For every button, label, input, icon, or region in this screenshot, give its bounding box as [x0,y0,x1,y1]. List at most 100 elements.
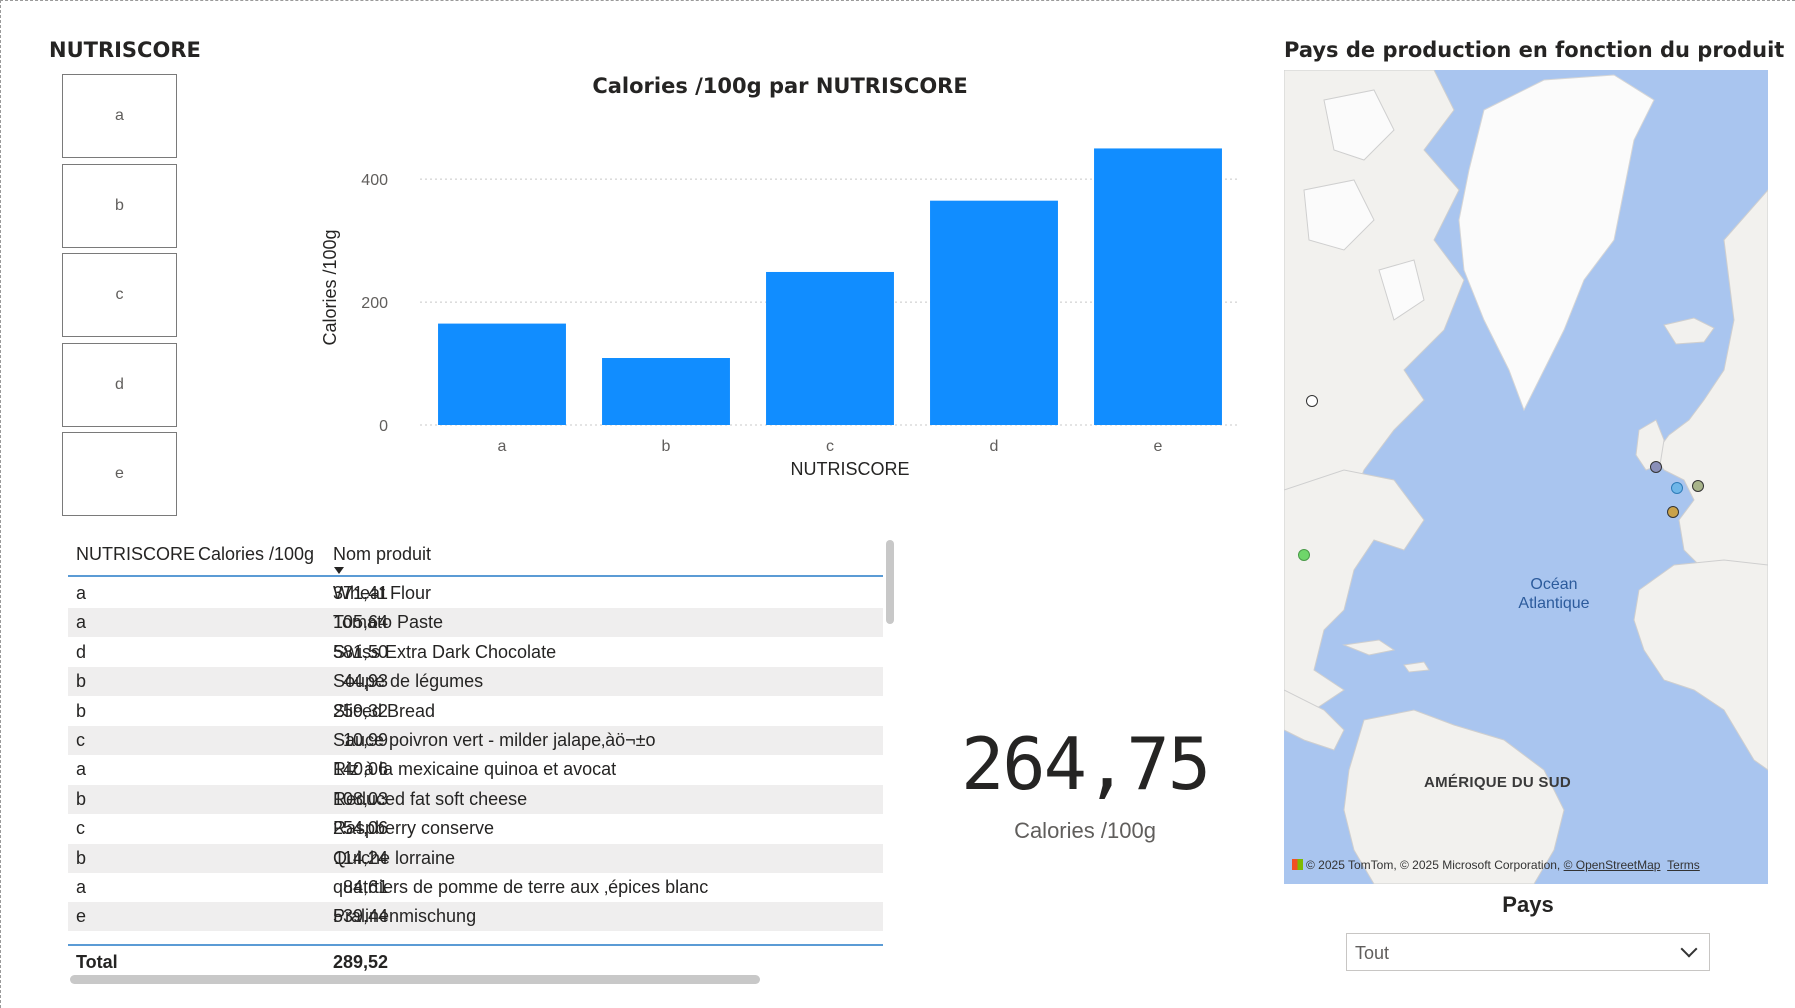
map-visual[interactable]: Océan Atlantique AMÉRIQUE DU SUD © 2025 … [1284,70,1768,884]
bar-d[interactable] [930,200,1058,425]
cell-nutriscore: b [76,788,87,809]
bar-a[interactable] [438,323,566,425]
cell-nom-produit: quatrtiers de pomme de terre aux ‚épices… [333,877,709,897]
cell-nutriscore: c [76,818,85,839]
kpi-value: 264,75 [960,722,1211,806]
table-row[interactable]: a 84,61 quatrtiers de pomme de terre aux ‚… [68,873,883,902]
slicer-title: NUTRISCORE [49,38,201,62]
slicer-tile-b[interactable]: b [62,164,177,248]
map-marker-germany[interactable] [1692,480,1704,492]
cell-nom-produit: Swiss Extra Dark Chocolate [333,641,557,662]
x-axis-label: NUTRISCORE [790,459,909,479]
map-marker-uk[interactable] [1650,461,1662,473]
y-tick-label: 0 [379,418,388,435]
cell-nutriscore: c [76,730,85,750]
bar-c[interactable] [766,271,894,425]
x-tick-label: d [990,438,999,455]
cell-nutriscore: b [76,671,87,692]
pays-dropdown[interactable]: Tout [1346,933,1710,971]
x-tick-label: e [1154,438,1163,455]
map-land-caribbean [1342,639,1430,673]
table-body: a 371,41 Wheat Flour a 105,64 Tomato Paste d 58… [68,579,883,983]
bar-b[interactable] [602,358,730,425]
cell-nom-produit: Pralinenmischung [333,906,477,927]
cell-nom-produit: Soupe de légumes [333,671,484,692]
map-marker-canada[interactable] [1306,395,1318,407]
kpi-label: Calories /100g [1014,818,1156,843]
table-header: NUTRISCORE Calories /100g Nom produit [68,540,883,577]
cell-nutriscore: a [76,759,87,780]
bar-e[interactable] [1094,148,1222,425]
map-background [1284,70,1768,884]
slicer-tile-c[interactable]: c [62,253,177,337]
table-row[interactable]: c 254,06 Raspberry conserve [68,814,883,843]
table-row[interactable]: b 44,93 Soupe de légumes [68,667,883,697]
chevron-down-icon [1680,940,1698,958]
cell-nom-produit: Raspberry conserve [333,818,495,839]
table-row[interactable]: a 105,64 Tomato Paste [68,608,883,638]
sort-descending-icon [334,567,344,574]
y-axis-label: Calories /100g [320,229,340,345]
table-row[interactable]: e 539,44 Pralinenmischung [68,902,883,932]
map-marker-france[interactable] [1671,482,1683,494]
map-continent-label: AMÉRIQUE DU SUD [1424,774,1572,791]
table-horizontal-scrollbar[interactable] [70,975,760,984]
ocean-label-line2: Atlantique [1518,595,1590,612]
pays-selected-value: Tout [1355,943,1390,963]
chart-title: Calories /100g par NUTRISCORE [592,74,968,98]
map-land-iceland [1663,317,1715,345]
map-marker-usa[interactable] [1298,549,1310,561]
cell-nutriscore: e [76,906,87,927]
products-table: NUTRISCORE Calories /100g Nom produit a3… [68,540,886,980]
map-ocean-label: Océan Atlantique [1474,575,1634,613]
map-land-africa [1633,559,1768,771]
map-copyright: © 2025 TomTom, © 2025 Microsoft Corporat… [1292,858,1700,872]
cell-nom-produit: Sliced Bread [333,700,436,721]
cell-nom-produit: Reduced fat soft cheese [333,788,528,809]
total-label: Total [76,952,118,972]
cell-nutriscore: a [76,612,87,633]
cell-nutriscore: d [76,641,87,662]
x-tick-label: a [498,438,507,455]
table-row[interactable]: d 581,50 Swiss Extra Dark Chocolate [68,638,883,667]
header-nom-produit[interactable]: Nom produit [333,544,431,565]
y-tick-label: 400 [361,172,388,189]
slicer-tile-d[interactable]: d [62,343,177,427]
table-row[interactable]: b 259,32 Sliced Bread [68,697,883,726]
slicer-tile-e[interactable]: e [62,432,177,516]
table-row[interactable]: a 140,06 Riz à la mexicaine quinoa et avoc… [68,755,883,784]
cell-nom-produit: Quiche lorraine [333,847,456,868]
cell-nutriscore: a [76,583,87,603]
slicer-tile-a[interactable]: a [62,74,177,158]
table-row[interactable]: c 10,99 Sauce poivron vert - milder jalape… [68,726,883,755]
map-marker-spain[interactable] [1667,506,1679,518]
cell-nutriscore: a [76,877,87,897]
copyright-text: © 2025 TomTom, © 2025 Microsoft Corporat… [1306,858,1564,872]
x-tick-label: c [826,438,834,455]
header-nutriscore[interactable]: NUTRISCORE [76,544,195,565]
ocean-label-line1: Océan [1530,576,1578,593]
map-land-east-coast [1284,469,1425,721]
bar-chart[interactable]: 0 200 400 a b c d e NUTRISCORE Calories /100g [310,110,1250,490]
cell-nutriscore: b [76,700,87,721]
pays-title: Pays [1502,892,1554,917]
header-calories[interactable]: Calories /100g [198,544,314,565]
microsoft-logo-icon [1292,859,1303,870]
cell-nom-produit: Riz à la mexicaine quinoa et avocat [333,759,617,780]
terms-link[interactable]: Terms [1667,858,1700,872]
y-tick-label: 200 [361,295,388,312]
openstreetmap-link[interactable]: © OpenStreetMap [1564,858,1661,872]
total-value: 289,52 [332,952,388,972]
map-land-greenland [1458,74,1655,412]
table-row[interactable]: b 114,24 Quiche lorraine [68,843,883,873]
cell-nutriscore: b [76,847,87,868]
table-row[interactable]: b 108,03 Reduced fat soft cheese [68,784,883,814]
map-title: Pays de production en fonction du produi… [1284,38,1785,62]
x-tick-label: b [662,438,671,455]
map-land-europe [1653,189,1768,601]
cell-nom-produit: Tomato Paste [333,612,444,633]
table-vertical-scrollbar[interactable] [886,540,894,624]
table-row[interactable]: a 371,41 Wheat Flour [68,579,883,608]
cell-nom-produit: Wheat Flour [333,583,432,603]
cell-nom-produit: Sauce poivron vert - milder jalape‚àö¬±o [333,730,656,750]
